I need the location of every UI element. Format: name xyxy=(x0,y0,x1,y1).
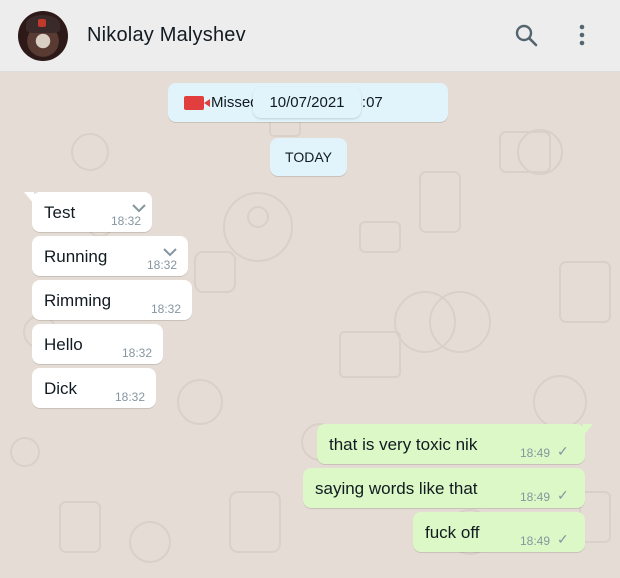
chat-header: Nikolay Malyshev xyxy=(0,0,620,72)
outgoing-message[interactable]: fuck off 18:49 ✓ xyxy=(413,512,585,552)
incoming-message[interactable]: Rimming 18:32 xyxy=(32,280,192,320)
sent-check-icon: ✓ xyxy=(557,531,569,547)
header-actions xyxy=(512,20,596,50)
message-text: Running xyxy=(44,247,108,266)
sent-check-icon: ✓ xyxy=(557,487,569,503)
message-time: 18:32 xyxy=(111,214,142,228)
message-time: 18:32 xyxy=(115,390,146,404)
message-text: saying words like that xyxy=(315,479,478,498)
chevron-down-icon[interactable] xyxy=(163,248,177,257)
outgoing-message[interactable]: saying words like that 18:49 ✓ xyxy=(303,468,585,508)
sent-check-icon: ✓ xyxy=(557,443,569,459)
message-time: 18:49 xyxy=(520,446,551,460)
incoming-message[interactable]: Running 18:32 xyxy=(32,236,188,276)
contact-name[interactable]: Nikolay Malyshev xyxy=(87,24,246,47)
message-text: Hello xyxy=(44,335,83,354)
message-list[interactable]: Missed voice call at 18:07 10/07/2021 TO… xyxy=(0,72,620,578)
message-time: 18:32 xyxy=(151,302,182,316)
message-text: fuck off xyxy=(425,523,480,542)
message-time: 18:49 xyxy=(520,534,551,548)
date-divider-today: TODAY xyxy=(270,138,347,176)
incoming-message[interactable]: Hello 18:32 xyxy=(32,324,163,364)
incoming-message[interactable]: Test 18:32 xyxy=(24,192,152,232)
avatar[interactable] xyxy=(18,10,68,61)
message-text: that is very toxic nik xyxy=(329,435,478,454)
message-text: Dick xyxy=(44,379,78,398)
date-chip: 10/07/2021 xyxy=(253,87,361,118)
missed-video-call-icon xyxy=(184,95,210,110)
message-text: Test xyxy=(44,203,76,222)
more-vertical-icon[interactable] xyxy=(568,20,596,50)
message-text: Rimming xyxy=(44,291,112,310)
message-time: 18:32 xyxy=(122,346,153,360)
message-time: 18:32 xyxy=(147,258,178,272)
bubble-tail xyxy=(24,192,34,204)
chevron-down-icon[interactable] xyxy=(132,204,146,213)
bubble-tail xyxy=(583,424,593,436)
outgoing-message[interactable]: that is very toxic nik 18:49 ✓ xyxy=(317,424,593,464)
message-time: 18:49 xyxy=(520,490,551,504)
incoming-message[interactable]: Dick 18:32 xyxy=(32,368,156,408)
search-icon[interactable] xyxy=(512,20,540,50)
